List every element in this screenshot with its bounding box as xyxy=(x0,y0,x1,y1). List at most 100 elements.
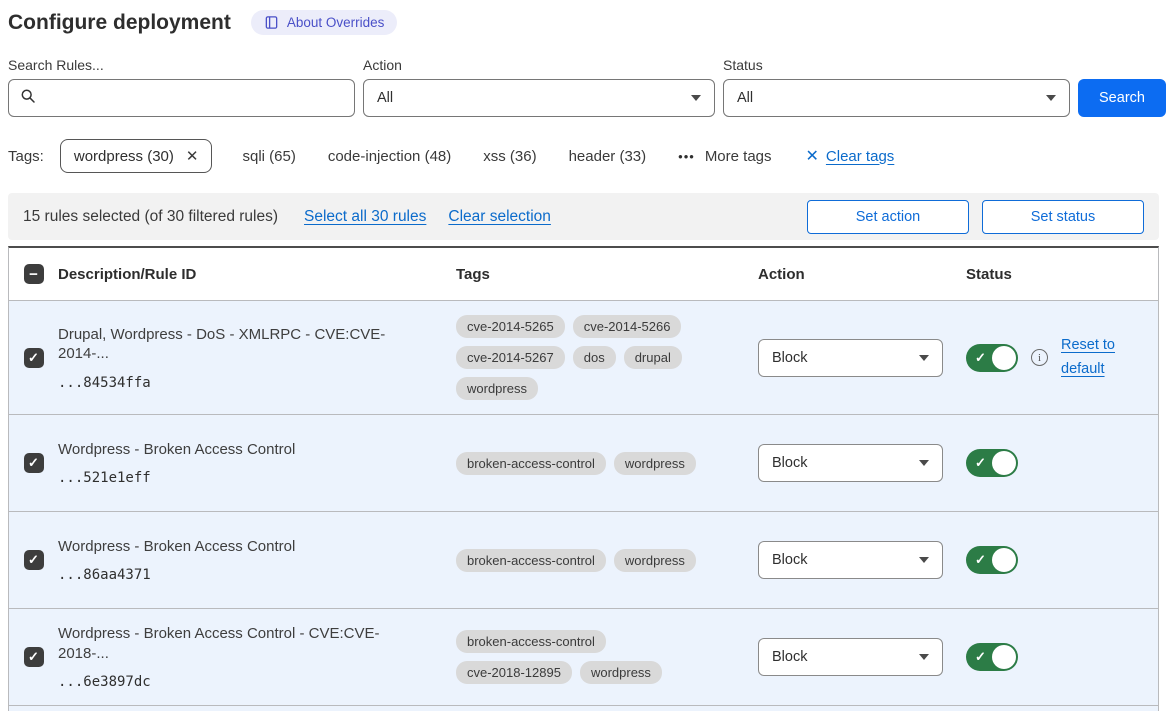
rule-action-value: Block xyxy=(772,455,807,471)
set-status-button[interactable]: Set status xyxy=(982,200,1144,234)
rule-action-value: Block xyxy=(772,552,807,568)
action-filter: Action All xyxy=(363,57,715,117)
status-filter-select[interactable]: All xyxy=(723,79,1070,117)
page-header: Configure deployment About Overrides xyxy=(8,10,1167,35)
rule-action-select[interactable]: Block xyxy=(758,638,943,676)
rule-action-cell: Block xyxy=(758,638,966,676)
clear-tags-label: Clear tags xyxy=(826,148,894,165)
tag-pill: wordpress xyxy=(614,549,696,572)
ellipsis-icon: ••• xyxy=(678,149,695,164)
status-label: Status xyxy=(723,57,1070,73)
tag-pill: wordpress xyxy=(580,661,662,684)
chevron-down-icon xyxy=(691,95,701,101)
tag-option[interactable]: code-injection (48) xyxy=(328,148,451,165)
tag-pill: broken-access-control xyxy=(456,630,606,653)
rule-description-cell: Wordpress - Broken Access Control ...521… xyxy=(58,440,456,487)
row-checkbox-cell: ✓ xyxy=(24,453,44,473)
row-checkbox[interactable]: ✓ xyxy=(24,647,44,667)
check-icon: ✓ xyxy=(975,649,986,665)
toggle-knob xyxy=(992,645,1016,669)
select-all-link[interactable]: Select all 30 rules xyxy=(304,208,426,226)
chevron-down-icon xyxy=(919,355,929,361)
configure-deployment-page: Configure deployment About Overrides Sea… xyxy=(0,0,1167,711)
status-toggle[interactable]: ✓ xyxy=(966,643,1018,671)
about-overrides-link[interactable]: About Overrides xyxy=(251,10,398,35)
reset-to-default-link[interactable]: Reset to default xyxy=(1061,334,1125,380)
rule-status-cell: ✓ xyxy=(966,449,1158,477)
search-rules-filter: Search Rules... xyxy=(8,57,355,117)
toggle-knob xyxy=(992,548,1016,572)
remove-tag-icon[interactable]: ✕ xyxy=(186,147,199,165)
action-label: Action xyxy=(363,57,715,73)
tag-pill: drupal xyxy=(624,346,682,369)
row-checkbox[interactable]: ✓ xyxy=(24,348,44,368)
table-header: − Description/Rule ID Tags Action Status xyxy=(9,248,1158,301)
active-tag-label: wordpress (30) xyxy=(74,148,174,165)
rules-table: − Description/Rule ID Tags Action Status… xyxy=(8,246,1159,711)
check-icon: ✓ xyxy=(975,350,986,366)
row-checkbox[interactable]: ✓ xyxy=(24,453,44,473)
rule-description: Wordpress - Broken Access Control - CVE:… xyxy=(58,624,430,663)
rule-action-select[interactable]: Block xyxy=(758,339,943,377)
search-rules-input[interactable] xyxy=(45,89,343,107)
table-body: ✓ Drupal, Wordpress - DoS - XMLRPC - CVE… xyxy=(9,301,1158,706)
row-tags: broken-access-control cve-2018-12895 wordp… xyxy=(456,630,721,684)
rule-action-select[interactable]: Block xyxy=(758,541,943,579)
action-filter-select[interactable]: All xyxy=(363,79,715,117)
toggle-knob xyxy=(992,346,1016,370)
tag-pill: cve-2018-12895 xyxy=(456,661,572,684)
chevron-down-icon xyxy=(919,557,929,563)
row-tags: cve-2014-5265cve-2014-5266cve-2014-5267d… xyxy=(456,315,721,400)
tag-pill: cve-2014-5267 xyxy=(456,346,565,369)
tag-option[interactable]: sqli (65) xyxy=(242,148,295,165)
tags-label: Tags: xyxy=(8,148,44,165)
clear-selection-link[interactable]: Clear selection xyxy=(448,208,551,226)
header-checkbox-cell: − xyxy=(24,264,44,284)
column-header-tags: Tags xyxy=(456,266,758,283)
tag-options: sqli (65) code-injection (48) xss (36) head… xyxy=(242,148,646,165)
rule-id: ...86aa4371 xyxy=(58,567,430,583)
status-toggle[interactable]: ✓ xyxy=(966,546,1018,574)
rule-id: ...6e3897dc xyxy=(58,674,430,690)
row-checkbox-cell: ✓ xyxy=(24,348,44,368)
column-header-action: Action xyxy=(758,266,966,283)
rule-description: Drupal, Wordpress - DoS - XMLRPC - CVE:C… xyxy=(58,325,430,364)
page-title: Configure deployment xyxy=(8,11,231,35)
check-icon: ✓ xyxy=(975,455,986,471)
close-icon: ✕ xyxy=(806,146,819,166)
column-header-status: Status xyxy=(966,266,1158,283)
rule-id: ...84534ffa xyxy=(58,375,430,391)
clear-tags-link[interactable]: ✕ Clear tags xyxy=(806,146,895,166)
rule-description-cell: Drupal, Wordpress - DoS - XMLRPC - CVE:C… xyxy=(58,325,456,391)
search-rules-label: Search Rules... xyxy=(8,57,355,73)
filters-bar: Search Rules... Action All Status xyxy=(8,57,1166,117)
select-all-checkbox[interactable]: − xyxy=(24,264,44,284)
row-checkbox-cell: ✓ xyxy=(24,647,44,667)
tag-option[interactable]: xss (36) xyxy=(483,148,536,165)
active-tag-wordpress[interactable]: wordpress (30) ✕ xyxy=(60,139,213,173)
set-action-button[interactable]: Set action xyxy=(807,200,969,234)
rule-tags-cell: broken-access-control cve-2018-12895 wordp… xyxy=(456,630,758,684)
rule-action-select[interactable]: Block xyxy=(758,444,943,482)
rule-description-cell: Wordpress - Broken Access Control - CVE:… xyxy=(58,624,456,690)
table-row: ✓ Wordpress - Broken Access Control ...8… xyxy=(9,512,1158,609)
tag-pill: broken-access-control xyxy=(456,452,606,475)
rule-id: ...521e1eff xyxy=(58,470,430,486)
table-row: ✓ Drupal, Wordpress - DoS - XMLRPC - CVE… xyxy=(9,301,1158,415)
search-rules-box xyxy=(8,79,355,117)
rule-description: Wordpress - Broken Access Control xyxy=(58,440,430,460)
info-icon[interactable]: i xyxy=(1031,349,1048,366)
chevron-down-icon xyxy=(919,654,929,660)
status-toggle[interactable]: ✓ xyxy=(966,344,1018,372)
status-toggle[interactable]: ✓ xyxy=(966,449,1018,477)
search-button[interactable]: Search xyxy=(1078,79,1166,117)
more-tags-button[interactable]: ••• More tags xyxy=(678,148,771,165)
row-tags: broken-access-controlwordpress xyxy=(456,549,721,572)
tag-pill: dos xyxy=(573,346,616,369)
row-checkbox[interactable]: ✓ xyxy=(24,550,44,570)
tag-pill: cve-2014-5266 xyxy=(573,315,682,338)
rule-description-cell: Wordpress - Broken Access Control ...86a… xyxy=(58,537,456,584)
tag-option[interactable]: header (33) xyxy=(569,148,647,165)
rule-action-cell: Block xyxy=(758,339,966,377)
search-icon xyxy=(20,88,36,109)
